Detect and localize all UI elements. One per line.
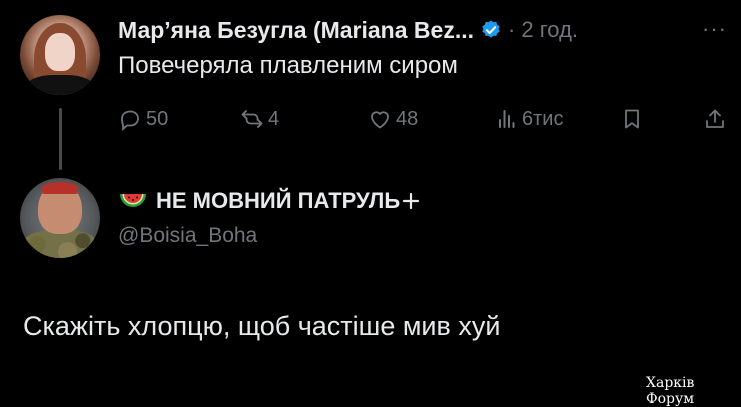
bookmark-button[interactable] <box>620 102 648 136</box>
more-options-icon[interactable]: ··· <box>702 16 727 42</box>
tweet-timestamp[interactable]: · 2 год. <box>508 17 578 43</box>
reply-button[interactable]: 50 <box>118 102 168 136</box>
like-count: 48 <box>396 107 419 130</box>
reply-author-display-name[interactable]: НЕ МОВНИЙ ПАТРУЛЬ <box>156 188 400 214</box>
views-button[interactable]: 6тис <box>494 102 563 136</box>
views-chart-icon <box>499 110 515 128</box>
verified-badge-icon <box>482 20 500 38</box>
watermelon-emoji-icon <box>120 194 146 207</box>
tweet-header: Мар’яна Безугла (Mariana Bez... · 2 год. <box>118 14 578 46</box>
tweet-text: Повечеряла плавленим сиром <box>118 52 458 79</box>
repost-icon <box>241 110 263 128</box>
watermark: Харків Форум <box>646 375 695 407</box>
repost-count: 4 <box>268 107 280 130</box>
share-button[interactable] <box>703 102 731 136</box>
reply-text: Скажіть хлопцю, щоб частіше мив хуй <box>23 311 501 341</box>
bookmark-icon <box>625 109 639 129</box>
views-count: 6тис <box>522 107 564 130</box>
thread-connector-line <box>59 108 62 170</box>
reply-header: НЕ МОВНИЙ ПАТРУЛЬ <box>118 186 420 216</box>
author-display-name[interactable]: Мар’яна Безугла (Mariana Bez... <box>118 17 474 44</box>
author-avatar[interactable] <box>20 15 100 95</box>
reply-count: 50 <box>146 107 169 130</box>
reply-author-avatar[interactable] <box>20 178 100 258</box>
share-icon <box>706 109 724 128</box>
reply-author-handle[interactable]: @Boisia_Boha <box>118 224 257 248</box>
repost-button[interactable]: 4 <box>240 102 279 136</box>
heart-icon <box>371 111 389 129</box>
reply-icon <box>121 110 139 131</box>
like-button[interactable]: 48 <box>368 102 418 136</box>
plus-icon <box>403 192 420 210</box>
